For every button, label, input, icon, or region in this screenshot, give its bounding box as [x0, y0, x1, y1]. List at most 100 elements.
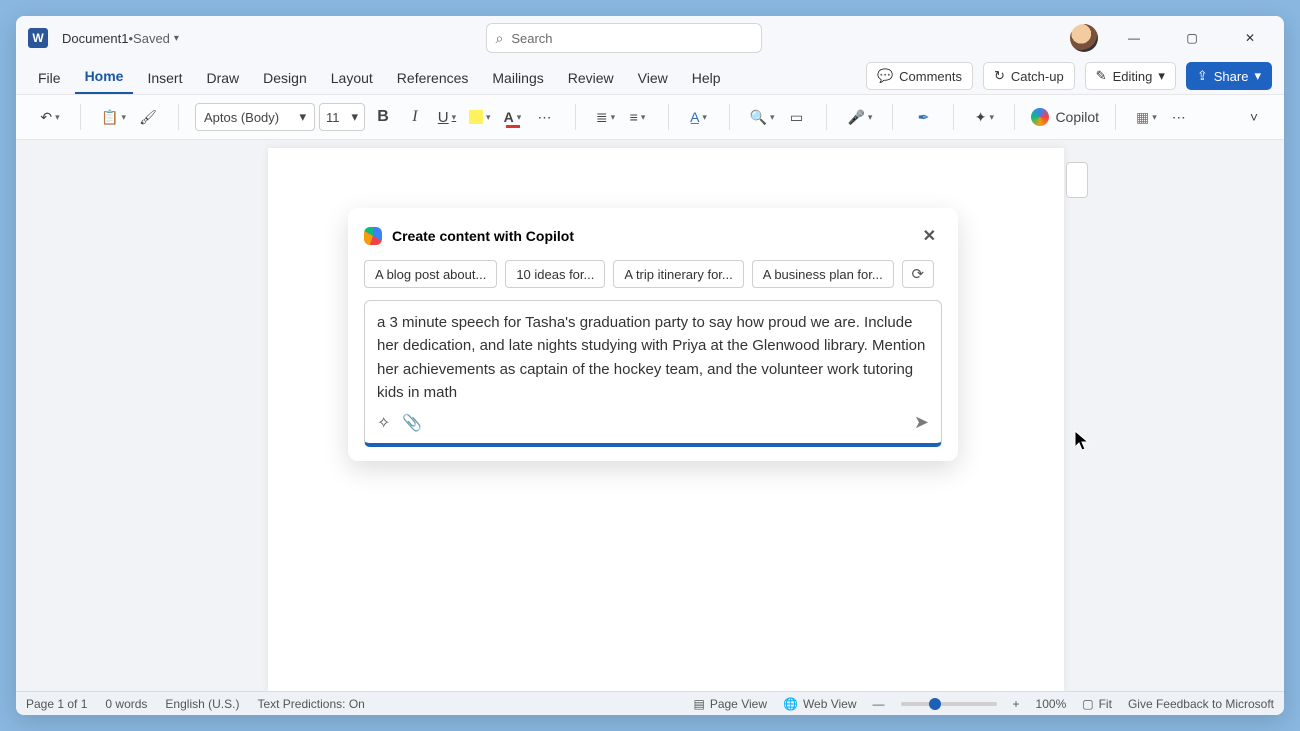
tab-layout[interactable]: Layout: [321, 64, 383, 94]
bullets-button[interactable]: ≣▾: [592, 102, 620, 132]
fit-label: Fit: [1099, 697, 1112, 711]
zoom-in-button[interactable]: +: [1013, 697, 1020, 711]
tab-file[interactable]: File: [28, 64, 71, 94]
chip-business-plan[interactable]: A business plan for...: [752, 260, 894, 288]
send-icon[interactable]: ➤: [914, 412, 929, 433]
document-page[interactable]: Create content with Copilot ✕ A blog pos…: [268, 148, 1064, 691]
refresh-icon: ⟳: [911, 265, 924, 283]
document-title[interactable]: Document1: [62, 31, 128, 46]
zoom-slider[interactable]: [901, 702, 997, 706]
web-view-label: Web View: [803, 697, 857, 711]
pencil-icon: ✎: [1096, 68, 1107, 84]
page-view-icon: ▤: [693, 697, 704, 711]
italic-button[interactable]: I: [401, 102, 429, 132]
editing-label: Editing: [1113, 69, 1153, 84]
editor-button[interactable]: ✒: [909, 102, 937, 132]
styles-button[interactable]: A̲▾: [685, 102, 713, 132]
align-button[interactable]: ≡▾: [624, 102, 652, 132]
zoom-percent[interactable]: 100%: [1036, 697, 1067, 711]
fit-icon: ▢: [1082, 697, 1093, 711]
tab-mailings[interactable]: Mailings: [482, 64, 553, 94]
word-app-icon: W: [28, 28, 48, 48]
font-color-swatch-icon: [506, 125, 520, 128]
tab-references[interactable]: References: [387, 64, 479, 94]
maximize-button[interactable]: ▢: [1170, 20, 1214, 56]
copilot-ribbon-button[interactable]: Copilot: [1027, 108, 1103, 126]
suggestion-chips: A blog post about... 10 ideas for... A t…: [364, 260, 942, 300]
side-pane-handle[interactable]: [1066, 162, 1088, 198]
bold-button[interactable]: B: [369, 102, 397, 132]
text-predictions-indicator[interactable]: Text Predictions: On: [257, 697, 364, 711]
ribbon-toolbar: ↶▾ 📋▾ 🖌 Aptos (Body) ▾ 11 ▾ B I U▾ ▾ A▾ …: [16, 94, 1284, 140]
font-size-select[interactable]: 11 ▾: [319, 103, 365, 131]
catchup-label: Catch-up: [1011, 69, 1064, 84]
font-family-select[interactable]: Aptos (Body) ▾: [195, 103, 315, 131]
chip-ten-ideas[interactable]: 10 ideas for...: [505, 260, 605, 288]
page-indicator[interactable]: Page 1 of 1: [26, 697, 87, 711]
overflow-button[interactable]: ⋯: [1165, 102, 1193, 132]
save-status: Saved: [133, 31, 170, 46]
tab-review[interactable]: Review: [558, 64, 624, 94]
copilot-panel: Create content with Copilot ✕ A blog pos…: [348, 208, 958, 461]
addins-button[interactable]: ✦▾: [970, 102, 998, 132]
close-window-button[interactable]: ✕: [1228, 20, 1272, 56]
font-family-value: Aptos (Body): [204, 110, 279, 125]
titlebar-right: — ▢ ✕: [1070, 20, 1278, 56]
zoom-slider-thumb[interactable]: [929, 698, 941, 710]
clock-icon: ↻: [994, 68, 1005, 84]
ribbon-collapse-button[interactable]: ˅: [1240, 102, 1268, 132]
copilot-icon: [364, 227, 382, 245]
tab-draw[interactable]: Draw: [196, 64, 249, 94]
share-button[interactable]: ⇪ Share ▾: [1186, 62, 1272, 90]
zoom-out-button[interactable]: —: [873, 697, 885, 711]
fit-button[interactable]: ▢ Fit: [1082, 697, 1112, 711]
refresh-suggestions-button[interactable]: ⟳: [902, 260, 934, 288]
font-color-button[interactable]: A▾: [499, 102, 527, 132]
web-view-icon: 🌐: [783, 697, 798, 711]
highlight-swatch-icon: [469, 110, 483, 124]
page-view-label: Page View: [710, 697, 767, 711]
chevron-down-icon: ▾: [299, 109, 306, 125]
tab-home[interactable]: Home: [75, 62, 134, 94]
dictate-button[interactable]: 🎤▾: [843, 102, 876, 132]
word-count[interactable]: 0 words: [105, 697, 147, 711]
grid-button[interactable]: ▦▾: [1132, 102, 1161, 132]
feedback-link[interactable]: Give Feedback to Microsoft: [1128, 697, 1274, 711]
close-icon[interactable]: ✕: [917, 222, 942, 250]
highlight-button[interactable]: ▾: [465, 102, 495, 132]
catchup-button[interactable]: ↻ Catch-up: [983, 62, 1075, 90]
language-indicator[interactable]: English (U.S.): [165, 697, 239, 711]
chip-blog-post[interactable]: A blog post about...: [364, 260, 497, 288]
sparkle-icon[interactable]: ✧: [377, 413, 390, 433]
comments-button[interactable]: 💬 Comments: [866, 62, 973, 90]
search-input[interactable]: ⌕ Search: [486, 23, 762, 53]
chevron-down-icon: ▾: [351, 109, 358, 125]
tab-help[interactable]: Help: [682, 64, 731, 94]
attach-icon[interactable]: 📎: [402, 413, 422, 433]
tab-design[interactable]: Design: [253, 64, 317, 94]
editing-mode-button[interactable]: ✎ Editing ▾: [1085, 62, 1176, 90]
tab-view[interactable]: View: [628, 64, 678, 94]
more-font-button[interactable]: ⋯: [531, 102, 559, 132]
paste-button[interactable]: 📋▾: [97, 102, 130, 132]
prompt-text[interactable]: a 3 minute speech for Tasha's graduation…: [377, 311, 929, 404]
find-button[interactable]: 🔍▾: [746, 102, 779, 132]
status-bar: Page 1 of 1 0 words English (U.S.) Text …: [16, 691, 1284, 715]
select-button[interactable]: ▭: [782, 102, 810, 132]
titlebar: W Document1 • Saved ▾ ⌕ Search — ▢ ✕: [16, 16, 1284, 60]
web-view-button[interactable]: 🌐 Web View: [783, 697, 857, 711]
undo-button[interactable]: ↶▾: [36, 102, 64, 132]
format-painter-button[interactable]: 🖌: [134, 102, 162, 132]
tabs-right-actions: 💬 Comments ↻ Catch-up ✎ Editing ▾ ⇪ Shar…: [866, 62, 1272, 94]
document-canvas: Create content with Copilot ✕ A blog pos…: [16, 140, 1284, 691]
chip-trip-itinerary[interactable]: A trip itinerary for...: [613, 260, 743, 288]
tab-insert[interactable]: Insert: [137, 64, 192, 94]
chevron-down-icon: ▾: [1254, 68, 1261, 84]
minimize-button[interactable]: —: [1112, 20, 1156, 56]
underline-button[interactable]: U▾: [433, 102, 461, 132]
page-view-button[interactable]: ▤ Page View: [693, 697, 767, 711]
copilot-prompt-input[interactable]: a 3 minute speech for Tasha's graduation…: [364, 300, 942, 447]
font-size-value: 11: [326, 110, 340, 125]
chevron-down-icon[interactable]: ▾: [174, 33, 179, 44]
user-avatar[interactable]: [1070, 24, 1098, 52]
